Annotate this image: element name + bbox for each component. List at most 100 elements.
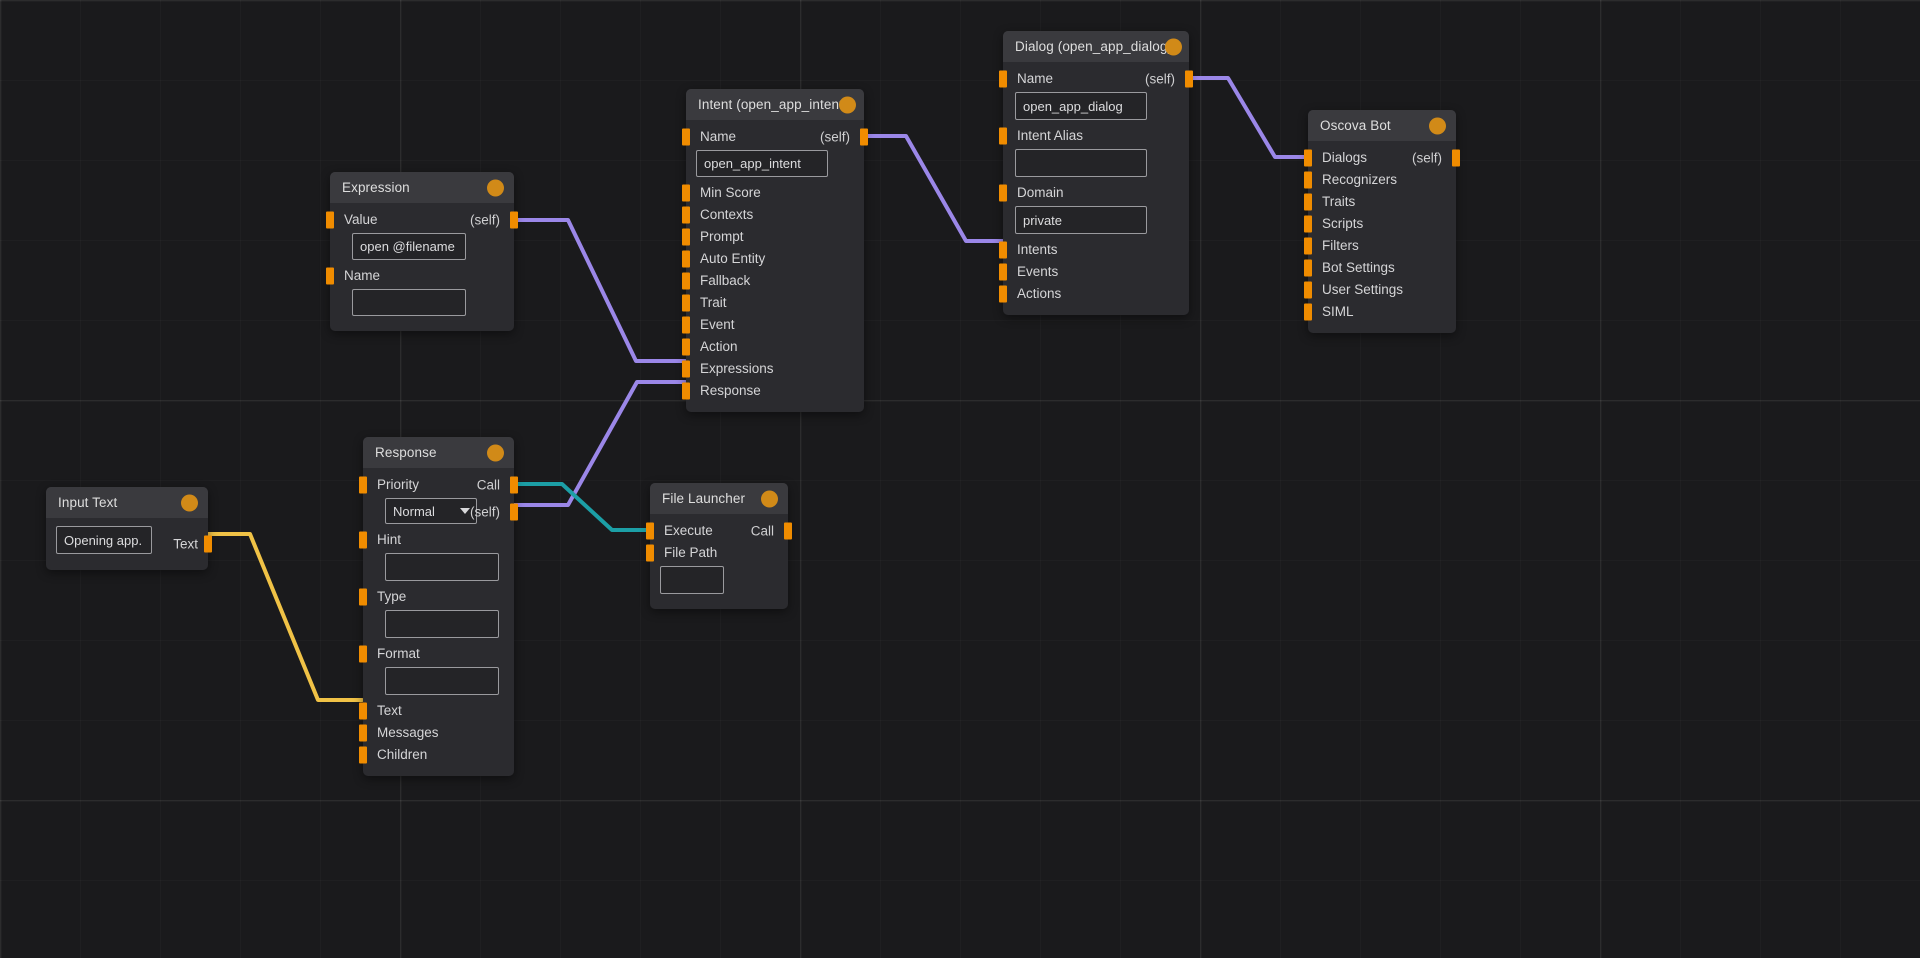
row-response-priority[interactable]: Priority Call xyxy=(359,474,518,495)
pin-in-response-priority[interactable] xyxy=(359,476,367,493)
row-intent-prompt[interactable]: Prompt xyxy=(682,226,864,247)
pin-out-input-text-text[interactable] xyxy=(204,535,212,553)
expression-value-field[interactable]: open @filename xyxy=(352,233,466,260)
row-response-type[interactable]: Type xyxy=(359,586,514,607)
pin-in-intent-contexts[interactable] xyxy=(682,206,690,223)
row-oscova-scripts[interactable]: Scripts xyxy=(1304,213,1456,234)
node-header-oscova-bot[interactable]: Oscova Bot xyxy=(1308,110,1456,141)
pin-in-response-format[interactable] xyxy=(359,645,367,662)
pin-out-expression-self[interactable] xyxy=(510,211,518,228)
row-intent-response[interactable]: Response xyxy=(682,380,864,401)
pin-out-dialog-self[interactable] xyxy=(1185,70,1193,87)
pin-in-dialog-name[interactable] xyxy=(999,70,1007,87)
expression-name-field[interactable] xyxy=(352,289,466,316)
row-oscova-user-settings[interactable]: User Settings xyxy=(1304,279,1456,300)
row-file-launcher-file-path[interactable]: File Path xyxy=(646,542,788,563)
pin-in-intent-action[interactable] xyxy=(682,338,690,355)
pin-out-oscova-self[interactable] xyxy=(1452,149,1460,166)
dialog-domain-field[interactable]: private xyxy=(1015,206,1147,234)
row-intent-fallback[interactable]: Fallback xyxy=(682,270,864,291)
row-response-format[interactable]: Format xyxy=(359,643,514,664)
node-dialog[interactable]: Dialog (open_app_dialog) Name (self) ope… xyxy=(999,31,1193,315)
pin-in-intent-name[interactable] xyxy=(682,128,690,145)
pin-in-intent-trait[interactable] xyxy=(682,294,690,311)
response-priority-select[interactable]: Normal xyxy=(385,498,477,524)
pin-in-oscova-dialogs[interactable] xyxy=(1304,149,1312,166)
row-dialog-domain[interactable]: Domain xyxy=(999,182,1189,203)
row-dialog-name[interactable]: Name (self) xyxy=(999,68,1193,89)
row-oscova-siml[interactable]: SIML xyxy=(1304,301,1456,322)
node-graph-canvas[interactable]: Input Text Opening app. Text Expression … xyxy=(0,0,1920,958)
row-oscova-dialogs[interactable]: Dialogs (self) xyxy=(1304,147,1460,168)
row-dialog-intent-alias[interactable]: Intent Alias xyxy=(999,125,1189,146)
pin-in-intent-response[interactable] xyxy=(682,382,690,399)
pin-in-oscova-user-settings[interactable] xyxy=(1304,281,1312,298)
node-header-response[interactable]: Response xyxy=(363,437,514,468)
pin-in-file-launcher-file-path[interactable] xyxy=(646,544,654,561)
row-response-children[interactable]: Children xyxy=(359,744,514,765)
pin-in-intent-fallback[interactable] xyxy=(682,272,690,289)
pin-out-response-call[interactable] xyxy=(510,476,518,493)
pin-in-oscova-siml[interactable] xyxy=(1304,303,1312,320)
row-oscova-traits[interactable]: Traits xyxy=(1304,191,1456,212)
row-intent-auto-entity[interactable]: Auto Entity xyxy=(682,248,864,269)
pin-in-response-type[interactable] xyxy=(359,588,367,605)
file-launcher-file-path-field[interactable] xyxy=(660,566,724,594)
pin-in-dialog-intent-alias[interactable] xyxy=(999,127,1007,144)
pin-in-dialog-domain[interactable] xyxy=(999,184,1007,201)
node-oscova-bot[interactable]: Oscova Bot Dialogs (self) Recognizers Tr… xyxy=(1304,110,1460,333)
row-intent-contexts[interactable]: Contexts xyxy=(682,204,864,225)
pin-out-response-self[interactable] xyxy=(510,503,518,521)
row-intent-expressions[interactable]: Expressions xyxy=(682,358,864,379)
pin-in-file-launcher-execute[interactable] xyxy=(646,522,654,539)
pin-in-intent-event[interactable] xyxy=(682,316,690,333)
row-intent-name[interactable]: Name (self) xyxy=(682,126,868,147)
pin-in-intent-prompt[interactable] xyxy=(682,228,690,245)
node-header-intent[interactable]: Intent (open_app_intent) xyxy=(686,89,864,120)
row-intent-event[interactable]: Event xyxy=(682,314,864,335)
pin-in-intent-min-score[interactable] xyxy=(682,184,690,201)
node-input-text[interactable]: Input Text Opening app. Text xyxy=(46,487,212,570)
pin-in-oscova-scripts[interactable] xyxy=(1304,215,1312,232)
row-dialog-intents[interactable]: Intents xyxy=(999,239,1189,260)
pin-in-dialog-actions[interactable] xyxy=(999,285,1007,302)
row-dialog-actions[interactable]: Actions xyxy=(999,283,1189,304)
response-type-field[interactable] xyxy=(385,610,499,638)
pin-in-expression-name[interactable] xyxy=(326,267,334,284)
pin-in-response-text[interactable] xyxy=(359,702,367,719)
dialog-intent-alias-field[interactable] xyxy=(1015,149,1147,177)
node-header-input-text[interactable]: Input Text xyxy=(46,487,208,518)
node-header-file-launcher[interactable]: File Launcher xyxy=(650,483,788,514)
pin-in-oscova-traits[interactable] xyxy=(1304,193,1312,210)
node-header-dialog[interactable]: Dialog (open_app_dialog) xyxy=(1003,31,1189,62)
pin-in-oscova-filters[interactable] xyxy=(1304,237,1312,254)
node-expression[interactable]: Expression Value (self) open @filename N… xyxy=(326,172,518,331)
node-response[interactable]: Response Priority Call Normal (self) Hin… xyxy=(359,437,518,776)
pin-out-file-launcher-call[interactable] xyxy=(784,522,792,539)
pin-in-response-children[interactable] xyxy=(359,746,367,763)
row-oscova-bot-settings[interactable]: Bot Settings xyxy=(1304,257,1456,278)
pin-in-intent-auto-entity[interactable] xyxy=(682,250,690,267)
row-intent-trait[interactable]: Trait xyxy=(682,292,864,313)
row-dialog-events[interactable]: Events xyxy=(999,261,1189,282)
node-header-expression[interactable]: Expression xyxy=(330,172,514,203)
pin-in-response-messages[interactable] xyxy=(359,724,367,741)
input-text-value-field[interactable]: Opening app. xyxy=(56,526,152,554)
row-file-launcher-execute[interactable]: Execute Call xyxy=(646,520,792,541)
row-oscova-recognizers[interactable]: Recognizers xyxy=(1304,169,1456,190)
row-response-messages[interactable]: Messages xyxy=(359,722,514,743)
row-expression-name[interactable]: Name xyxy=(326,265,514,286)
dialog-name-field[interactable]: open_app_dialog xyxy=(1015,92,1147,120)
pin-in-oscova-recognizers[interactable] xyxy=(1304,171,1312,188)
pin-in-dialog-intents[interactable] xyxy=(999,241,1007,258)
row-expression-value[interactable]: Value (self) xyxy=(326,209,518,230)
row-oscova-filters[interactable]: Filters xyxy=(1304,235,1456,256)
intent-name-field[interactable]: open_app_intent xyxy=(696,150,828,177)
row-intent-action[interactable]: Action xyxy=(682,336,864,357)
node-intent[interactable]: Intent (open_app_intent) Name (self) ope… xyxy=(682,89,868,412)
pin-in-dialog-events[interactable] xyxy=(999,263,1007,280)
pin-out-intent-self[interactable] xyxy=(860,128,868,145)
node-file-launcher[interactable]: File Launcher Execute Call File Path xyxy=(646,483,792,609)
response-hint-field[interactable] xyxy=(385,553,499,581)
row-intent-min-score[interactable]: Min Score xyxy=(682,182,864,203)
